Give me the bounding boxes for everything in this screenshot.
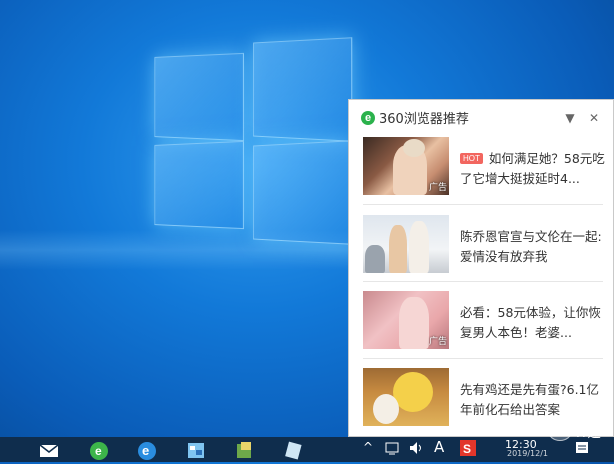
volume-icon[interactable] [408, 440, 424, 459]
news-thumbnail[interactable] [363, 368, 449, 426]
windows-logo-wallpaper [150, 37, 353, 245]
svg-text:S: S [463, 442, 471, 456]
news-headline[interactable]: 陈乔恩官宣与文伦在一起:爱情没有放弃我 [460, 227, 605, 267]
svg-text:e: e [95, 444, 102, 458]
watermark-text: IT迷 [576, 425, 601, 441]
action-center-icon[interactable] [574, 440, 590, 459]
close-icon[interactable]: ✕ [585, 109, 603, 127]
taskbar: e e ^ A S 12:30 2019/12/1 [0, 437, 614, 462]
news-headline[interactable]: HOT 如何满足她？58元吃了它增大挺拔延时4... [460, 149, 605, 189]
app-icon[interactable] [234, 440, 256, 460]
360-browser-logo-icon: e [361, 110, 375, 125]
notepad-icon[interactable] [282, 440, 304, 460]
control-panel-icon[interactable] [185, 440, 207, 460]
hot-badge: HOT [460, 153, 483, 164]
divider [363, 358, 603, 359]
wechat-logo-icon [548, 421, 572, 441]
news-item[interactable]: 陈乔恩官宣与文伦在一起:爱情没有放弃我 [363, 215, 605, 273]
news-thumbnail[interactable]: 广告 [363, 291, 449, 349]
divider [363, 281, 603, 282]
news-thumbnail[interactable] [363, 215, 449, 273]
ad-label: 广告 [428, 183, 447, 193]
clock-date[interactable]: 2019/12/1 [507, 449, 548, 458]
input-method-indicator[interactable]: A [434, 438, 444, 456]
news-thumbnail[interactable]: 广告 [363, 137, 449, 195]
popup-title: 360浏览器推荐 [379, 112, 469, 127]
watermark: IT迷 [548, 421, 601, 441]
svg-text:e: e [142, 443, 149, 458]
browser-recommend-popup: e 360浏览器推荐 ▼ ✕ 广告 HOT 如何满足她？58元吃了它增大挺拔延时4… [348, 99, 614, 437]
popup-header: e 360浏览器推荐 ▼ ✕ [349, 100, 613, 135]
news-headline[interactable]: 必看：58元体验，让你恢复男人本色！老婆... [460, 303, 605, 343]
mail-icon[interactable] [38, 440, 60, 460]
news-item[interactable]: 广告 HOT 如何满足她？58元吃了它增大挺拔延时4... [363, 137, 605, 195]
news-item[interactable]: 广告 必看：58元体验，让你恢复男人本色！老婆... [363, 291, 605, 349]
360-browser-taskbar-icon[interactable]: e [88, 440, 110, 460]
dropdown-icon[interactable]: ▼ [561, 109, 579, 127]
ad-label: 广告 [428, 337, 447, 347]
news-item[interactable]: 先有鸡还是先有蛋?6.1亿年前化石给出答案 [363, 368, 605, 426]
tray-chevron-icon[interactable]: ^ [363, 440, 373, 454]
network-icon[interactable] [385, 440, 401, 459]
news-headline[interactable]: 先有鸡还是先有蛋?6.1亿年前化石给出答案 [460, 380, 605, 420]
ie-browser-icon[interactable]: e [136, 440, 158, 460]
divider [363, 204, 603, 205]
sogou-input-icon[interactable]: S [460, 440, 476, 459]
